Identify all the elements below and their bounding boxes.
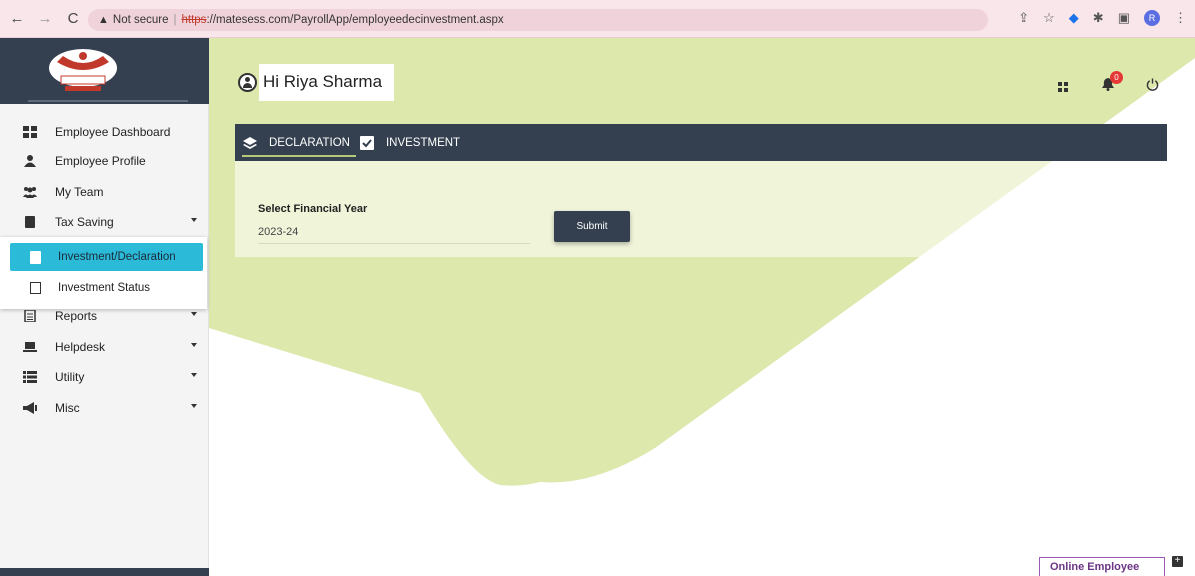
layers-icon [243, 136, 257, 149]
sidepanel-icon[interactable]: ▣ [1118, 10, 1130, 26]
warning-icon: ▲ [98, 14, 109, 26]
tax-saving-submenu: Investment/Declaration Investment Status [0, 237, 207, 309]
sidebar-item-profile[interactable]: Employee Profile [0, 147, 209, 175]
notification-badge: 0 [1110, 71, 1123, 84]
submenu-item-label: Investment Status [58, 282, 151, 294]
document-icon [30, 250, 41, 264]
sidebar-item-dashboard[interactable]: Employee Dashboard [0, 118, 209, 146]
user-greeting: Hi Riya Sharma [238, 64, 395, 101]
address-bar[interactable]: ▲ Not secure | https ://matesess.com/Pay… [88, 9, 988, 31]
sidebar-item-label: Helpdesk [55, 340, 106, 354]
tab-investment[interactable]: INVESTMENT [352, 124, 468, 161]
chevron-down-icon [191, 404, 197, 408]
logo-divider [28, 100, 188, 102]
share-icon[interactable]: ⇪ [1018, 10, 1029, 26]
chevron-down-icon [191, 218, 197, 222]
submenu-item-investment-status[interactable]: Investment Status [10, 276, 203, 300]
report-icon [24, 310, 36, 322]
browser-actions: ⇪ ☆ ◆ ✱ ▣ R ⋮ [1018, 10, 1187, 26]
sidebar: Employee Dashboard Employee Profile My T… [0, 38, 209, 576]
chevron-down-icon [191, 312, 197, 316]
logo-band [0, 38, 209, 104]
sidebar-item-utility[interactable]: Utility [0, 363, 209, 391]
megaphone-icon [23, 402, 37, 414]
check-shield-icon [359, 135, 374, 150]
grid-icon [23, 126, 37, 138]
tab-declaration[interactable]: DECLARATION [235, 124, 358, 161]
apps-grid-icon[interactable] [1058, 82, 1068, 92]
star-icon[interactable]: ☆ [1043, 10, 1055, 26]
list-icon [23, 371, 37, 383]
sidebar-item-my-team[interactable]: My Team [0, 178, 209, 206]
url-scheme: https [181, 14, 207, 26]
extension-diamond-icon[interactable]: ◆ [1069, 10, 1079, 26]
menu-icon[interactable]: ⋮ [1174, 10, 1187, 26]
tab-label: DECLARATION [269, 136, 350, 149]
sidebar-item-helpdesk[interactable]: Helpdesk [0, 333, 209, 361]
financial-year-form: Select Financial Year 2023-24 Submit [235, 161, 1167, 257]
sidebar-item-label: Utility [55, 370, 85, 384]
expand-plus-icon[interactable]: + [1172, 556, 1183, 567]
submenu-item-investment-declaration[interactable]: Investment/Declaration [10, 243, 203, 271]
sidebar-item-label: Misc [55, 401, 80, 415]
sidebar-item-label: Tax Saving [55, 215, 114, 229]
browser-toolbar: ← → C ▲ Not secure | https ://matesess.c… [0, 0, 1195, 38]
user-circle-icon[interactable] [238, 73, 257, 92]
sidebar-item-label: My Team [55, 185, 104, 199]
url-path: ://matesess.com/PayrollApp/employeedecin… [206, 14, 504, 26]
chevron-down-icon [191, 343, 197, 347]
sidebar-footer [0, 568, 209, 576]
user-icon [24, 155, 36, 167]
sidebar-item-reports[interactable]: Reports [0, 302, 209, 330]
financial-year-label: Select Financial Year [258, 203, 368, 215]
team-icon [23, 187, 37, 198]
reload-icon[interactable]: C [62, 10, 84, 27]
greeting-text: Hi Riya Sharma [259, 64, 395, 101]
page-content: Employee Dashboard Employee Profile My T… [0, 38, 1195, 576]
sidebar-item-label: Employee Dashboard [55, 125, 171, 139]
separator: | [173, 14, 177, 26]
online-employee-widget[interactable]: Online Employee [1039, 557, 1165, 576]
financial-year-select[interactable]: 2023-24 [258, 226, 530, 244]
security-status: Not secure [112, 14, 169, 26]
sidebar-item-tax-saving[interactable]: Tax Saving [0, 208, 209, 236]
submit-button[interactable]: Submit [554, 211, 630, 242]
profile-avatar[interactable]: R [1144, 10, 1160, 26]
laptop-icon [23, 342, 37, 352]
company-logo [49, 49, 117, 91]
power-icon[interactable] [1146, 78, 1159, 91]
report-icon [30, 282, 41, 294]
book-icon [25, 216, 35, 228]
back-icon[interactable]: ← [6, 10, 28, 27]
puzzle-icon[interactable]: ✱ [1093, 10, 1104, 26]
sidebar-item-label: Employee Profile [55, 154, 146, 168]
tab-bar: DECLARATION INVESTMENT [235, 124, 1167, 161]
sidebar-item-label: Reports [55, 309, 98, 323]
chevron-down-icon [191, 373, 197, 377]
tab-label: INVESTMENT [385, 136, 461, 149]
forward-icon[interactable]: → [34, 10, 56, 27]
submenu-item-label: Investment/Declaration [58, 251, 176, 263]
sidebar-item-misc[interactable]: Misc [0, 394, 209, 422]
